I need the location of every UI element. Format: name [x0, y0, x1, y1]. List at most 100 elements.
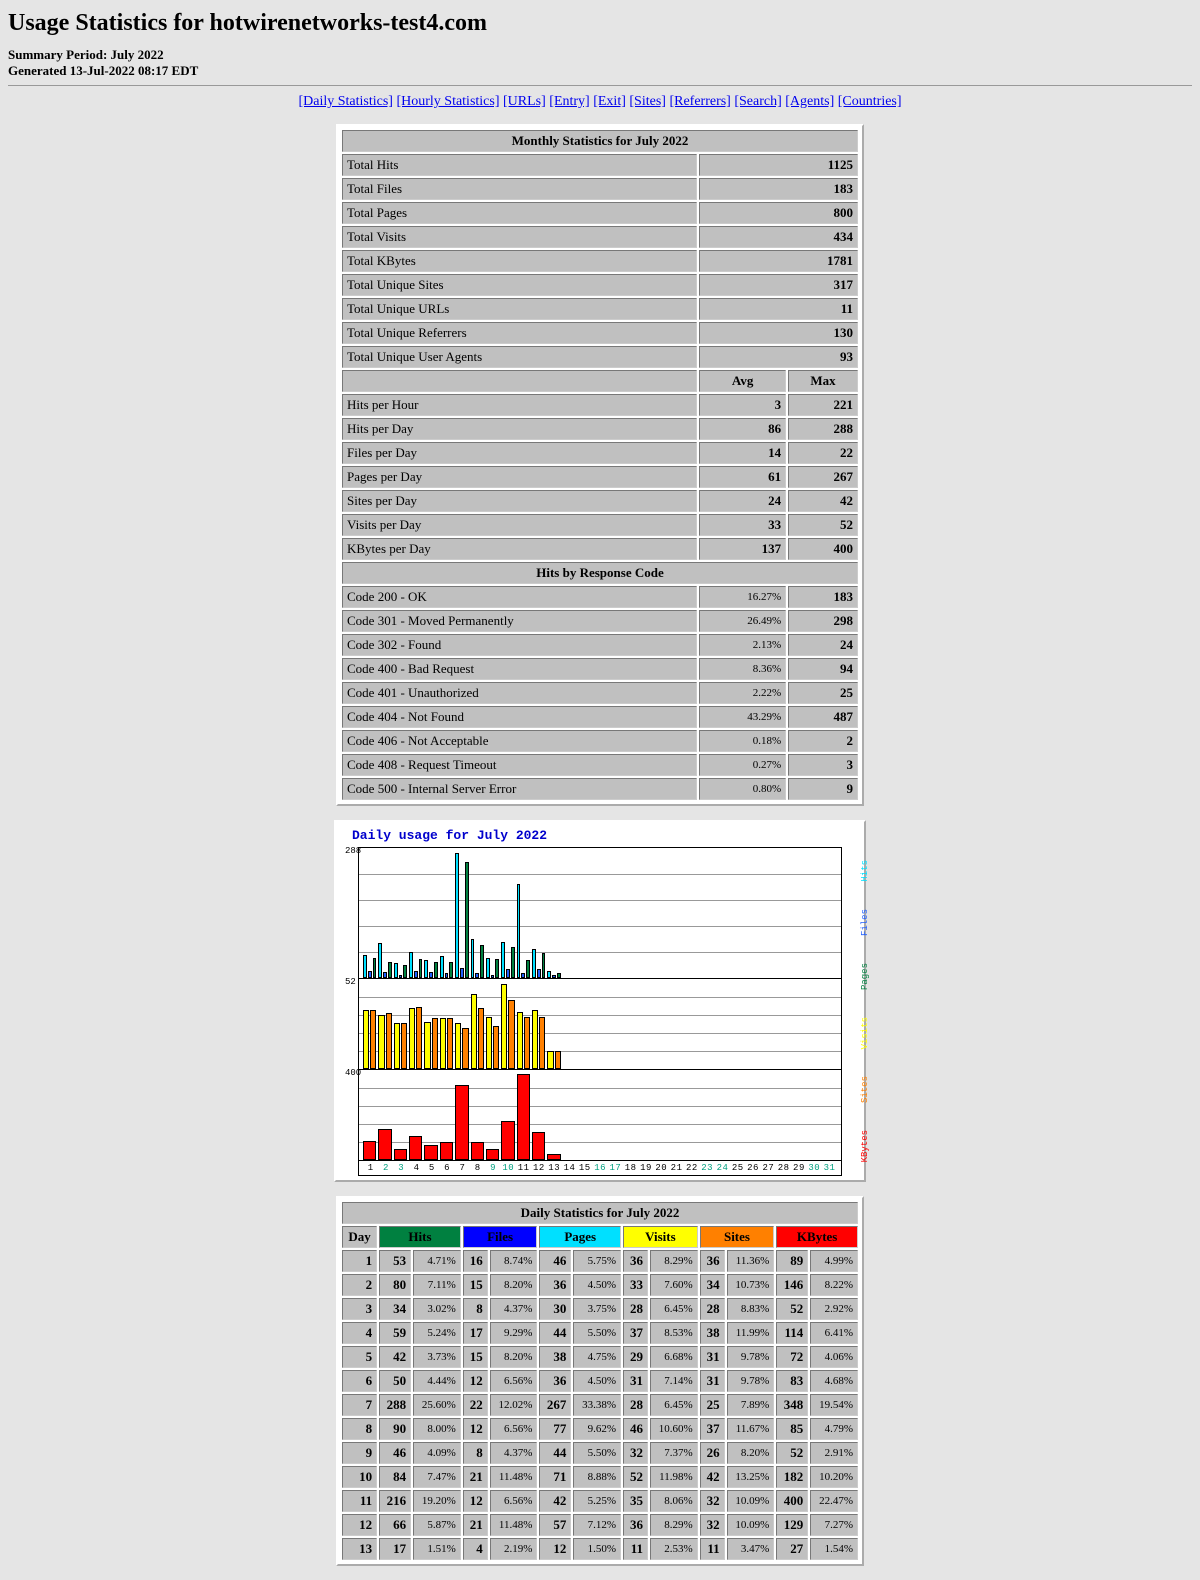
nav-link-search[interactable]: [Search]: [734, 94, 781, 109]
cell-kb: 89: [776, 1250, 808, 1272]
nav-link-hourly-statistics[interactable]: [Hourly Statistics]: [396, 94, 499, 109]
cell-kb: 348: [776, 1394, 808, 1416]
x-axis: 1234567891011121314151617181920212223242…: [359, 1161, 841, 1175]
cell-pages: 46: [539, 1250, 571, 1272]
legend-kbytes: KBytes: [860, 1130, 874, 1162]
max-head: Max: [788, 370, 858, 392]
table-row: 1534.71%168.74%465.75%368.29%3611.36%894…: [342, 1250, 858, 1272]
nav-link-sites[interactable]: [Sites]: [629, 94, 666, 109]
nav-link-referrers[interactable]: [Referrers]: [669, 94, 730, 109]
cell-files: 21: [463, 1514, 488, 1536]
nav-link-exit[interactable]: [Exit]: [593, 94, 626, 109]
stat-label: Total Unique Sites: [342, 274, 697, 296]
cell-sites_p: 13.25%: [727, 1466, 775, 1488]
cell-hits: 34: [379, 1298, 411, 1320]
stat-label: Pages per Day: [342, 466, 697, 488]
stat-value: 434: [699, 226, 858, 248]
nav-link-urls[interactable]: [URLs]: [503, 94, 546, 109]
legend-hits: Hits: [860, 860, 874, 882]
th-files: Files: [463, 1226, 538, 1248]
stat-value: 183: [699, 178, 858, 200]
cell-files_p: 12.02%: [490, 1394, 538, 1416]
stat-label: Files per Day: [342, 442, 697, 464]
cell-day: 13: [342, 1538, 377, 1560]
cell-sites: 31: [700, 1370, 725, 1392]
stat-label: Hits per Hour: [342, 394, 697, 416]
stat-label: Hits per Day: [342, 418, 697, 440]
stat-value: 130: [699, 322, 858, 344]
cell-kb_p: 4.99%: [810, 1250, 858, 1272]
resp-label: Code 301 - Moved Permanently: [342, 610, 697, 632]
cell-pages_p: 3.75%: [573, 1298, 621, 1320]
cell-files_p: 4.37%: [490, 1298, 538, 1320]
table-row: 6504.44%126.56%364.50%317.14%319.78%834.…: [342, 1370, 858, 1392]
resp-label: Code 404 - Not Found: [342, 706, 697, 728]
cell-sites: 28: [700, 1298, 725, 1320]
legend-sites: Sites: [860, 1076, 874, 1103]
stat-label: Total Unique URLs: [342, 298, 697, 320]
cell-pages: 57: [539, 1514, 571, 1536]
cell-files: 12: [463, 1490, 488, 1512]
resp-label: Code 400 - Bad Request: [342, 658, 697, 680]
cell-files: 12: [463, 1370, 488, 1392]
cell-kb: 83: [776, 1370, 808, 1392]
page-title: Usage Statistics for hotwirenetworks-tes…: [8, 10, 1192, 37]
table-row: 10847.47%2111.48%718.88%5211.98%4213.25%…: [342, 1466, 858, 1488]
cell-pages: 38: [539, 1346, 571, 1368]
nav-link-countries[interactable]: [Countries]: [838, 94, 902, 109]
stat-label: Sites per Day: [342, 490, 697, 512]
resp-pct: 2.22%: [699, 682, 786, 704]
th-pages: Pages: [539, 1226, 621, 1248]
monthly-stats-block: Monthly Statistics for July 2022 Total H…: [336, 124, 864, 806]
nav-link-entry[interactable]: [Entry]: [549, 94, 589, 109]
resp-pct: 0.18%: [699, 730, 786, 752]
cell-hits: 66: [379, 1514, 411, 1536]
cell-pages_p: 33.38%: [573, 1394, 621, 1416]
cell-sites: 32: [700, 1490, 725, 1512]
cell-sites: 31: [700, 1346, 725, 1368]
cell-visits_p: 6.45%: [650, 1394, 698, 1416]
avg-head: Avg: [699, 370, 786, 392]
cell-day: 10: [342, 1466, 377, 1488]
cell-kb_p: 4.68%: [810, 1370, 858, 1392]
cell-visits: 52: [623, 1466, 648, 1488]
cell-pages_p: 5.75%: [573, 1250, 621, 1272]
resp-pct: 43.29%: [699, 706, 786, 728]
cell-hits: 90: [379, 1418, 411, 1440]
cell-sites: 37: [700, 1418, 725, 1440]
table-row: 5423.73%158.20%384.75%296.68%319.78%724.…: [342, 1346, 858, 1368]
cell-visits_p: 2.53%: [650, 1538, 698, 1560]
cell-kb_p: 1.54%: [810, 1538, 858, 1560]
monthly-stats-table: Monthly Statistics for July 2022 Total H…: [340, 128, 860, 802]
cell-kb: 129: [776, 1514, 808, 1536]
resp-pct: 0.80%: [699, 778, 786, 800]
cell-files_p: 6.56%: [490, 1418, 538, 1440]
cell-kb_p: 4.06%: [810, 1346, 858, 1368]
cell-visits_p: 7.60%: [650, 1274, 698, 1296]
th-kbytes: KBytes: [776, 1226, 858, 1248]
cell-hits: 216: [379, 1490, 411, 1512]
resp-value: 25: [788, 682, 858, 704]
cell-day: 6: [342, 1370, 377, 1392]
nav-link-daily-statistics[interactable]: [Daily Statistics]: [298, 94, 393, 109]
chart-panel: 288: [359, 848, 841, 979]
cell-sites_p: 9.78%: [727, 1370, 775, 1392]
cell-kb: 114: [776, 1322, 808, 1344]
stat-max: 42: [788, 490, 858, 512]
cell-hits: 84: [379, 1466, 411, 1488]
nav-link-agents[interactable]: [Agents]: [785, 94, 834, 109]
cell-visits_p: 8.29%: [650, 1250, 698, 1272]
stat-value: 11: [699, 298, 858, 320]
cell-hits_p: 7.11%: [413, 1274, 461, 1296]
stat-max: 267: [788, 466, 858, 488]
cell-kb_p: 22.47%: [810, 1490, 858, 1512]
stat-value: 800: [699, 202, 858, 224]
stat-label: Total Visits: [342, 226, 697, 248]
nav-links: [Daily Statistics] [Hourly Statistics] […: [8, 94, 1192, 110]
cell-sites: 26: [700, 1442, 725, 1464]
cell-day: 5: [342, 1346, 377, 1368]
divider: [8, 85, 1192, 86]
table-row: 13171.51%42.19%121.50%112.53%113.47%271.…: [342, 1538, 858, 1560]
cell-sites_p: 8.83%: [727, 1298, 775, 1320]
cell-kb: 52: [776, 1298, 808, 1320]
